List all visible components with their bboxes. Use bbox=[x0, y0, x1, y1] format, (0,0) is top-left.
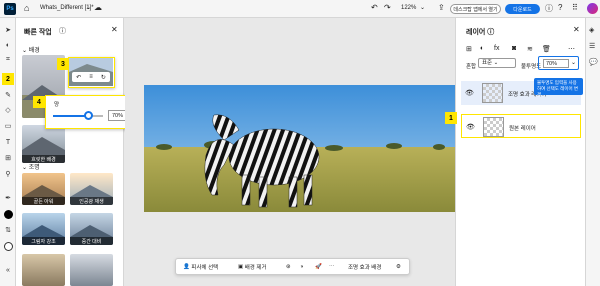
amount-slider[interactable] bbox=[53, 111, 103, 120]
panel-title: 레이어 ⓘ bbox=[466, 29, 495, 36]
section-lighting: ⌄ 조명 bbox=[22, 165, 40, 171]
step-badge-2: 2 bbox=[2, 73, 14, 85]
undo-icon[interactable]: ↶ bbox=[371, 3, 378, 12]
adjust-icon[interactable]: ≡ bbox=[89, 74, 93, 80]
avatar[interactable] bbox=[587, 3, 598, 14]
panel-title: 빠른 작업 bbox=[24, 29, 52, 36]
remove-background-label: 배경 제거 bbox=[244, 265, 267, 271]
share-icon[interactable]: ⇪ bbox=[438, 3, 445, 12]
section-background: ⌄ 배경 bbox=[22, 48, 40, 54]
more-icon[interactable]: ⋯ bbox=[329, 262, 335, 272]
trash-icon[interactable]: 🗑 bbox=[542, 45, 551, 53]
lighting-thumb-6[interactable] bbox=[70, 254, 113, 286]
thumb-label: 그림자 강조 bbox=[22, 237, 65, 245]
opacity-input[interactable]: 70% bbox=[543, 59, 569, 68]
step-badge-3: 3 bbox=[57, 58, 69, 70]
layer-row-original[interactable]: 👁 원본 레이어 bbox=[461, 114, 581, 138]
background-color-icon[interactable] bbox=[2, 240, 14, 252]
close-icon[interactable]: ✕ bbox=[111, 25, 118, 34]
visibility-eye-icon[interactable]: 👁 bbox=[465, 89, 474, 97]
crop-tool-icon[interactable]: ⌗ bbox=[2, 54, 14, 66]
reset-icon[interactable]: ↶ bbox=[76, 74, 81, 81]
select-subject-label: 피사체 선택 bbox=[191, 265, 219, 271]
slider-knob[interactable] bbox=[83, 111, 93, 120]
swap-colors-icon[interactable]: ⇅ bbox=[2, 224, 14, 236]
select-subject-button[interactable]: 👤 피사체 선택 bbox=[183, 262, 218, 272]
refresh-icon[interactable]: ↻ bbox=[101, 74, 106, 81]
info-icon[interactable]: ⓘ bbox=[59, 26, 66, 36]
foreground-color-icon[interactable] bbox=[2, 208, 14, 220]
canvas-image[interactable] bbox=[144, 85, 455, 212]
step-badge-4: 4 bbox=[33, 96, 45, 108]
download-button[interactable]: 다운로드 bbox=[505, 4, 540, 14]
opacity-control: 70% ⌄ bbox=[538, 56, 579, 70]
lighting-background-button[interactable]: 조명 효과 배경 bbox=[348, 262, 381, 272]
thumb-label: 골든 아워 bbox=[22, 197, 65, 205]
mask-icon[interactable]: ◙ bbox=[512, 45, 516, 52]
photoshop-logo[interactable]: Ps bbox=[4, 3, 16, 15]
redo-icon[interactable]: ↷ bbox=[384, 3, 391, 12]
opacity-tooltip: 불투명도 입력을 사용하여 선택도 레이어 변경 bbox=[534, 78, 583, 97]
lighting-thumb-artificial[interactable]: 인공광 재생 bbox=[70, 173, 113, 205]
home-icon[interactable]: ⌂ bbox=[24, 3, 29, 13]
select-tool-icon[interactable]: ◐ bbox=[2, 39, 14, 51]
background-thumb-blur[interactable]: 흐릿한 배경 bbox=[22, 125, 65, 163]
eraser-tool-icon[interactable]: ◇ bbox=[2, 104, 14, 116]
mask-icon[interactable]: ◑ bbox=[300, 262, 303, 272]
layer-thumbnail bbox=[482, 83, 503, 103]
cloud-icon[interactable]: ☁ bbox=[94, 3, 102, 12]
stack-icon[interactable]: ≋ bbox=[527, 45, 533, 53]
stamp-tool-icon[interactable]: ⚲ bbox=[2, 168, 14, 180]
type-tool-icon[interactable]: T bbox=[2, 136, 14, 148]
effect-options-popup: ↶ ≡ ↻ bbox=[68, 57, 115, 88]
adjust-icon[interactable]: ⊛ bbox=[286, 262, 291, 272]
thumb-label: 중간 대비 bbox=[70, 237, 113, 245]
properties-icon[interactable]: ☰ bbox=[589, 42, 595, 50]
move-tool-icon[interactable]: ➤ bbox=[2, 24, 14, 36]
thumb-label: 인공광 재생 bbox=[70, 197, 113, 205]
settings-sliders-icon[interactable]: ⚙ bbox=[396, 262, 401, 272]
layer-thumbnail bbox=[483, 117, 504, 137]
lighting-thumb-shadow[interactable]: 그림자 강조 bbox=[22, 213, 65, 245]
fx-icon[interactable]: fx bbox=[494, 45, 499, 52]
brush-tool-icon[interactable]: ✎ bbox=[2, 89, 14, 101]
remove-background-button[interactable]: ▣ 배경 제거 bbox=[238, 262, 267, 272]
help-icon[interactable]: ? bbox=[558, 3, 562, 12]
visibility-eye-icon[interactable]: 👁 bbox=[466, 123, 475, 131]
right-icon-strip: ◈ ☰ 💬 bbox=[585, 18, 600, 286]
apps-grid-icon[interactable]: ⠿ bbox=[572, 3, 578, 12]
chevron-down-icon[interactable]: ⌄ bbox=[571, 59, 576, 66]
rocket-icon[interactable]: 🚀 bbox=[315, 262, 322, 272]
zoom-dropdown-icon[interactable]: ⌄ bbox=[420, 4, 425, 11]
image-icon: ▣ bbox=[238, 264, 245, 270]
lighting-thumb-contrast[interactable]: 중간 대비 bbox=[70, 213, 113, 245]
layers-icon[interactable]: ◈ bbox=[589, 26, 594, 34]
open-desktop-button[interactable]: 데스크탑 앱에서 열기 bbox=[450, 4, 501, 14]
comments-icon[interactable]: 💬 bbox=[589, 58, 598, 66]
fill-tool-icon[interactable]: ⊞ bbox=[2, 152, 14, 164]
chevron-down-icon[interactable]: ⌄ bbox=[86, 4, 91, 11]
slider-label: 양 bbox=[54, 102, 60, 108]
eyedropper-icon[interactable]: ✒ bbox=[2, 192, 14, 204]
close-icon[interactable]: ✕ bbox=[573, 25, 580, 34]
more-icon[interactable]: ⋯ bbox=[568, 45, 575, 53]
slider-fill bbox=[53, 115, 88, 117]
layer-name: 원본 레이어 bbox=[509, 126, 536, 132]
shape-tool-icon[interactable]: ▭ bbox=[2, 120, 14, 132]
layers-panel: 레이어 ⓘ ✕ ⊞ ◐ fx ◙ ≋ 🗑 ⋯ 혼합 표준 ⌄ 불투명도 70% … bbox=[455, 18, 585, 286]
tool-bar: ➤ ◐ ⌗ 🚀 ✎ ◇ ▭ T ⊞ ⚲ ✒ ⇅ « bbox=[0, 18, 16, 286]
top-bar: Ps ⌂ Whats_Different [1]* ⌄ ☁ ↶ ↷ 122% ⌄… bbox=[0, 0, 600, 18]
person-icon: 👤 bbox=[183, 264, 192, 270]
info-icon[interactable]: ⓘ bbox=[545, 3, 553, 14]
blend-label: 혼합 bbox=[466, 64, 477, 70]
contextual-taskbar: 👤 피사체 선택 ▣ 배경 제거 ⊛ ◑ 🚀 ⋯ 조명 효과 배경 ⚙ bbox=[175, 258, 410, 275]
adjustment-icon[interactable]: ◐ bbox=[480, 45, 484, 52]
step-badge-1: 1 bbox=[445, 112, 457, 124]
lighting-thumb-5[interactable] bbox=[22, 254, 65, 286]
blend-mode-select[interactable]: 표준 ⌄ bbox=[478, 58, 516, 68]
add-layer-icon[interactable]: ⊞ bbox=[466, 45, 472, 53]
lighting-thumb-golden[interactable]: 골든 아워 bbox=[22, 173, 65, 205]
collapse-icon[interactable]: « bbox=[2, 264, 14, 276]
zoom-level[interactable]: 122% bbox=[401, 5, 416, 11]
